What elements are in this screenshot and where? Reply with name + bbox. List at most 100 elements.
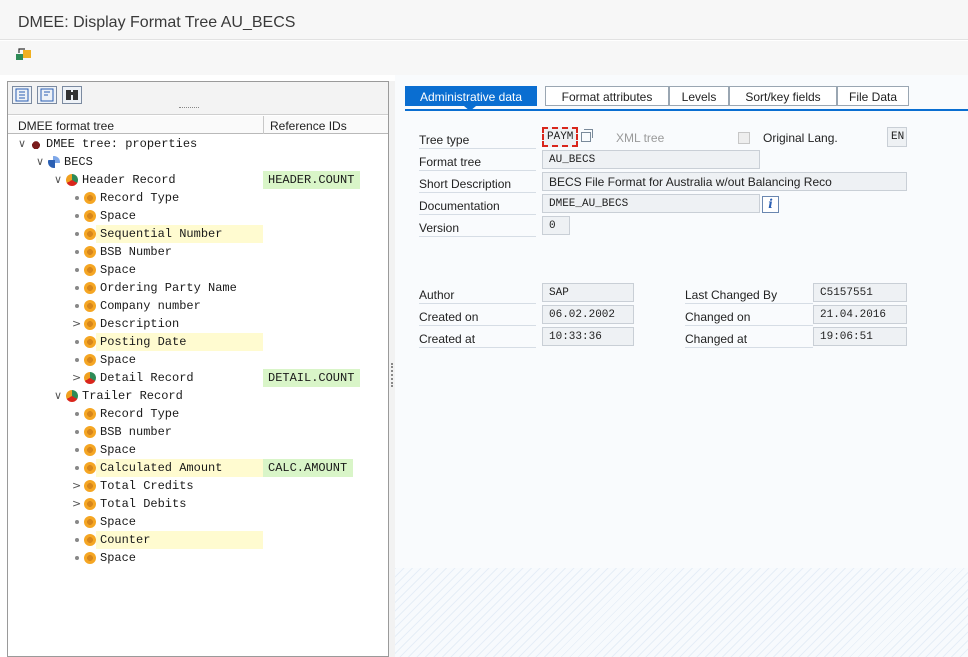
find-icon[interactable] [62,86,82,104]
tree-node-label: Sequential Number [100,227,223,241]
expand-chevron-icon[interactable]: > [72,497,82,510]
tree-column-header: DMEE format tree Reference IDs [8,116,388,134]
created-at-field[interactable]: 10:33:36 [542,327,634,346]
expand-chevron-icon[interactable]: > [72,371,82,384]
tree-column-title[interactable]: DMEE format tree [18,119,114,133]
details-pane: Administrative data Format attributes Le… [395,75,968,657]
collapse-chevron-icon[interactable]: ∨ [54,173,64,186]
tab-levels[interactable]: Levels [669,86,729,106]
version-field[interactable]: 0 [542,216,570,235]
author-field[interactable]: SAP [542,283,634,302]
tree-node[interactable]: ∨ BECS [8,153,388,171]
info-icon[interactable]: i [762,196,779,213]
format-tree-pane: DMEE format tree Reference IDs ∨ DMEE tre… [7,81,389,657]
format-tree-label: Format tree [419,151,536,171]
tree-node[interactable]: Counter [8,531,388,549]
tree-node-label: Space [100,443,137,457]
tree-node-label: Space [100,353,137,367]
reference-id: DETAIL.COUNT [263,369,361,387]
tree-node[interactable]: Space [8,261,388,279]
collapse-chevron-icon[interactable]: ∨ [18,137,28,150]
tree-node[interactable]: Sequential Number [8,225,388,243]
tree-node[interactable]: Posting Date [8,333,388,351]
tree-node[interactable]: > Total Credits [8,477,388,495]
tree-node[interactable]: Space [8,207,388,225]
tree-node[interactable]: Space [8,441,388,459]
tree-node-icon [30,138,42,150]
changed-on-field[interactable]: 21.04.2016 [813,305,907,324]
tree-node[interactable]: BSB number [8,423,388,441]
reference-id: CALC.AMOUNT [263,459,354,477]
expand-chevron-icon[interactable]: > [72,479,82,492]
reference-ids-column-title[interactable]: Reference IDs [270,119,347,133]
leaf-bullet-icon [75,340,79,344]
tree-node-label: BSB Number [100,245,173,259]
tree-type-field[interactable]: PAYM [542,127,578,147]
created-on-label: Created on [419,306,536,326]
original-lang-label: Original Lang. [763,131,838,145]
tree-node[interactable]: Calculated Amount CALC.AMOUNT [8,459,388,477]
empty-area [395,568,968,657]
tree-node[interactable]: BSB Number [8,243,388,261]
tab-sort-key-fields[interactable]: Sort/key fields [729,86,837,106]
copy-icon[interactable] [581,129,593,142]
changed-at-field[interactable]: 19:06:51 [813,327,907,346]
changed-on-label: Changed on [685,306,813,326]
tab-format-attributes[interactable]: Format attributes [545,86,669,106]
tree-node-label: BSB number [100,425,173,439]
tree-node[interactable]: ∨ DMEE tree: properties [8,135,388,153]
field-node-icon [84,300,96,312]
tree-node[interactable]: Space [8,513,388,531]
field-node-icon [84,264,96,276]
expand-all-icon[interactable] [12,86,32,104]
tree-node-label: Ordering Party Name [100,281,237,295]
tree-node-label: Counter [100,533,151,547]
tree-node[interactable]: ∨ Trailer Record [8,387,388,405]
tree-node-label: Total Credits [100,479,194,493]
leaf-bullet-icon [75,232,79,236]
tree-node[interactable]: Record Type [8,405,388,423]
tree-node-label: Company number [100,299,201,313]
tree-node-label: Header Record [82,173,176,187]
record-node-icon [84,372,96,384]
tree-node[interactable]: Company number [8,297,388,315]
version-label: Version [419,217,536,237]
tree-node-label: Total Debits [100,497,187,511]
tab-administrative-data[interactable]: Administrative data [405,86,537,111]
tree-node[interactable]: > Description [8,315,388,333]
tab-file-data[interactable]: File Data [837,86,909,106]
collapse-chevron-icon[interactable]: ∨ [36,155,46,168]
application-toolbar [0,41,968,75]
field-node-icon [84,210,96,222]
column-divider[interactable] [263,116,264,134]
created-on-field[interactable]: 06.02.2002 [542,305,634,324]
documentation-field[interactable]: DMEE_AU_BECS [542,194,760,213]
expand-chevron-icon[interactable]: > [72,317,82,330]
tree-node[interactable]: Record Type [8,189,388,207]
original-lang-checkbox[interactable] [738,132,750,144]
tree-node-label: DMEE tree: properties [46,137,198,151]
tree-node[interactable]: ∨ Header Record HEADER.COUNT [8,171,388,189]
collapse-chevron-icon[interactable]: ∨ [54,389,64,402]
field-node-icon [84,552,96,564]
original-lang-field[interactable]: EN [887,127,907,147]
last-changed-by-field[interactable]: C5157551 [813,283,907,302]
resize-grip[interactable] [179,107,199,109]
splitter-grip[interactable] [391,363,393,387]
leaf-bullet-icon [75,520,79,524]
tree-node-label: Record Type [100,191,180,205]
leaf-bullet-icon [75,430,79,434]
tree-node[interactable]: Space [8,351,388,369]
tree-node-label: Trailer Record [82,389,183,403]
collapse-all-icon[interactable] [37,86,57,104]
tree-node[interactable]: Ordering Party Name [8,279,388,297]
field-node-icon [84,336,96,348]
tree-node-label: Description [100,317,180,331]
tree-node[interactable]: > Total Debits [8,495,388,513]
short-description-field[interactable]: BECS File Format for Australia w/out Bal… [542,172,907,191]
display-change-icon[interactable] [15,47,33,63]
tree-node[interactable]: Space [8,549,388,567]
format-tree-field[interactable]: AU_BECS [542,150,760,169]
becs-node-icon [48,156,60,168]
tree-node[interactable]: > Detail Record DETAIL.COUNT [8,369,388,387]
